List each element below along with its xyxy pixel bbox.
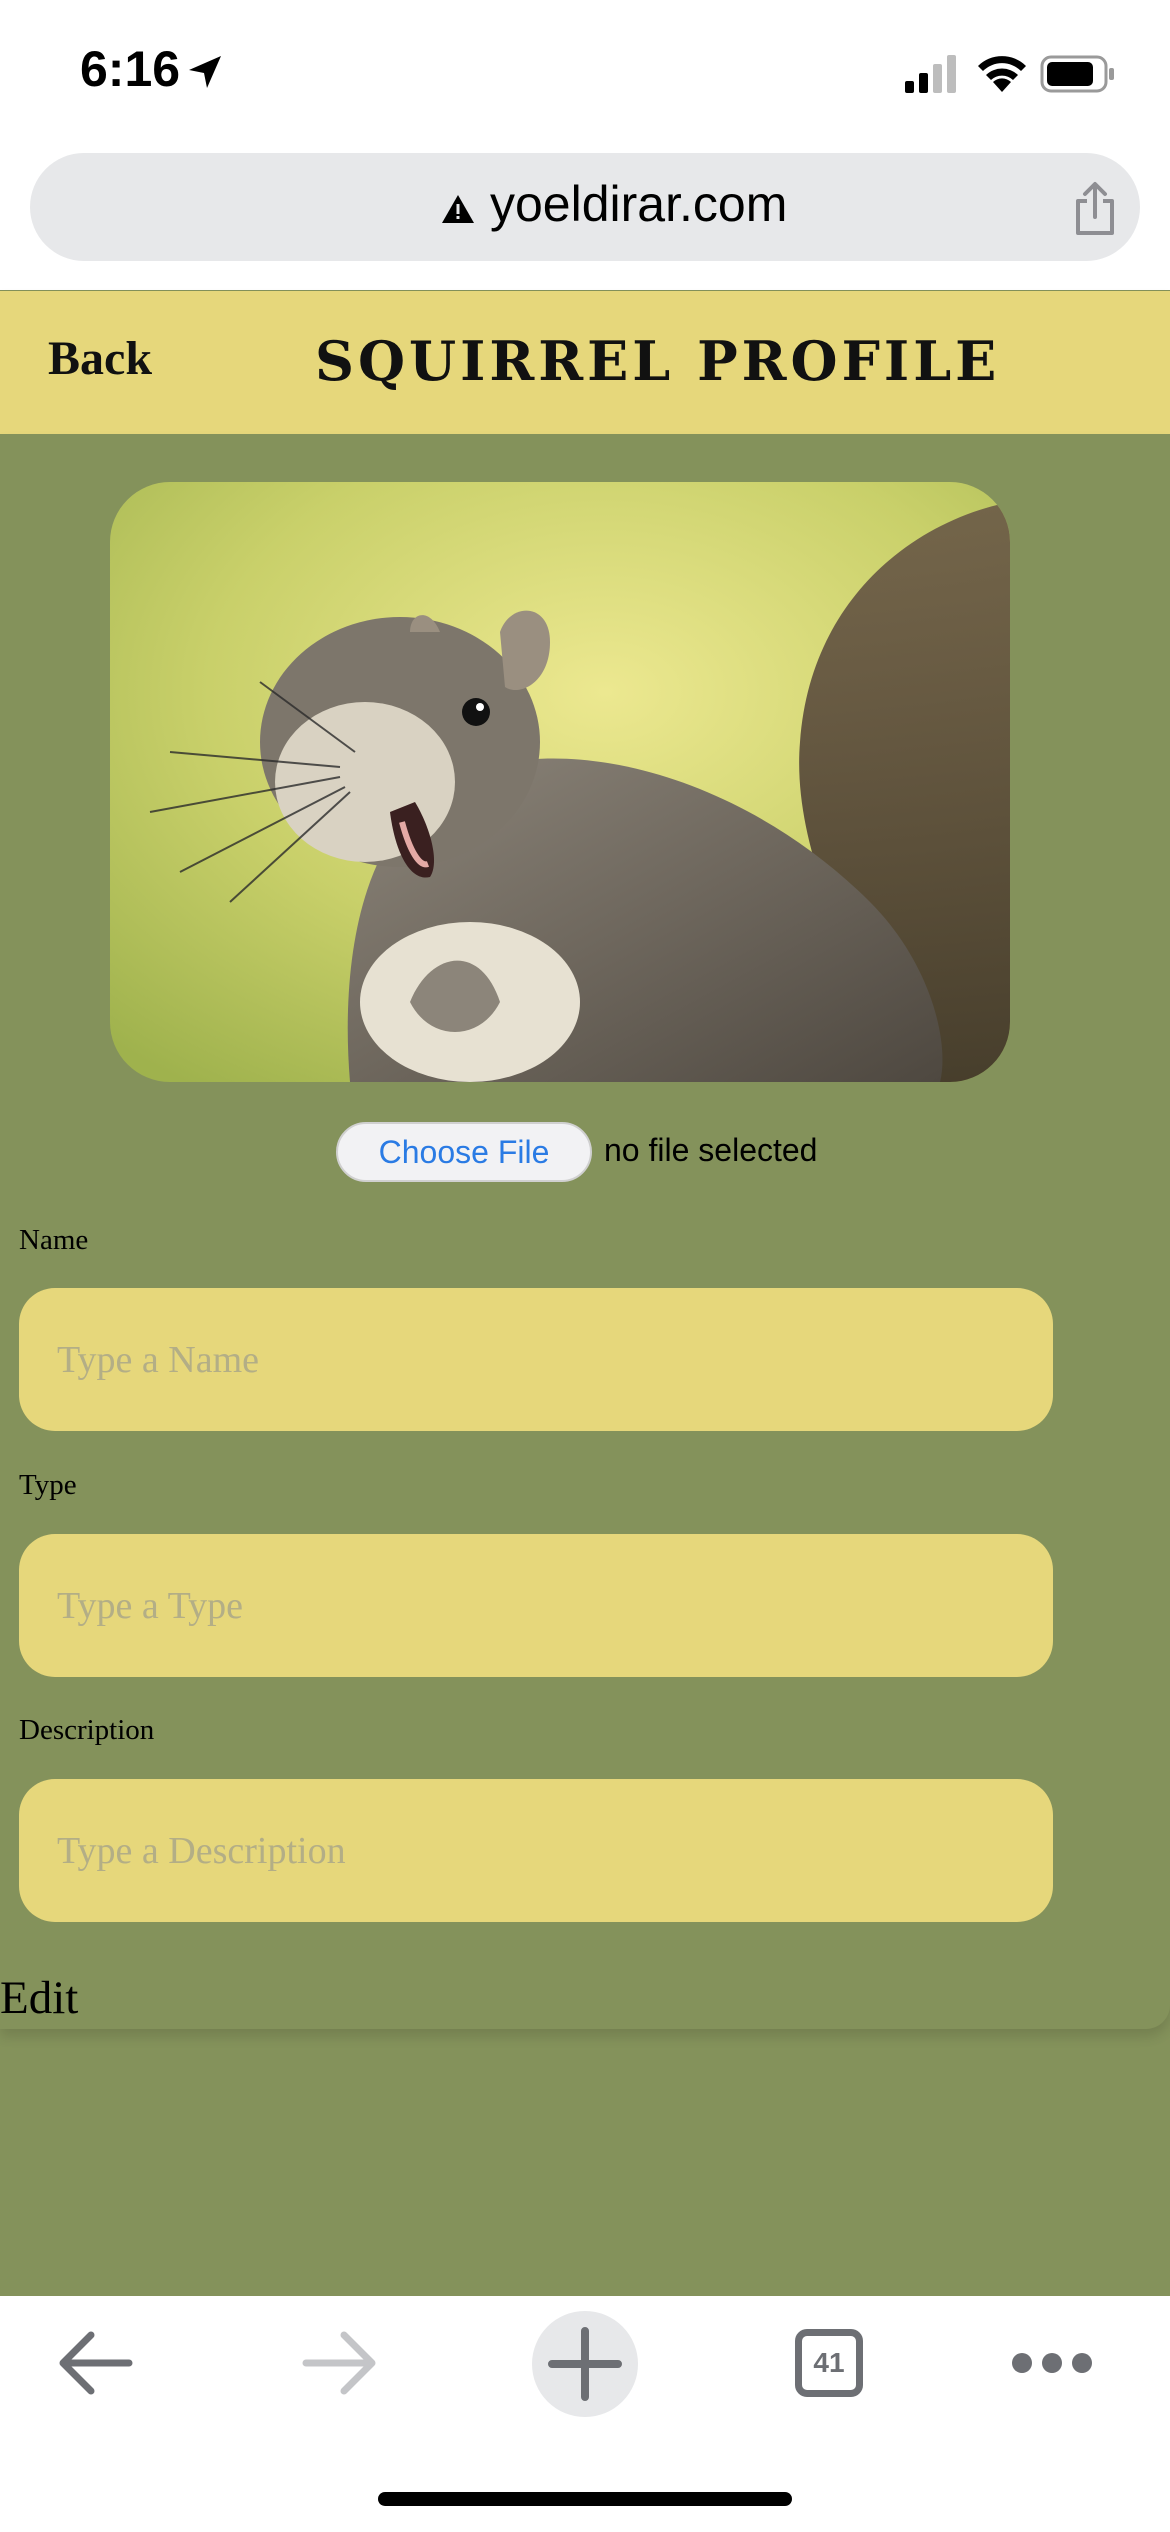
address-bar[interactable]: yoeldirar.com: [30, 153, 1140, 261]
new-tab-button[interactable]: [532, 2311, 638, 2417]
share-icon[interactable]: [1070, 181, 1120, 237]
choose-file-button[interactable]: Choose File: [336, 1122, 592, 1182]
location-arrow-icon: [189, 56, 221, 88]
battery-icon: [1040, 55, 1114, 93]
forward-arrow-icon[interactable]: [300, 2328, 380, 2398]
description-label: Description: [19, 1714, 155, 1746]
type-input[interactable]: [19, 1534, 1053, 1677]
profile-card: Choose File no file selected Name Type D…: [0, 434, 1170, 2029]
cellular-signal-icon: [905, 55, 956, 93]
back-arrow-icon[interactable]: [55, 2328, 135, 2398]
home-indicator: [378, 2492, 792, 2506]
page-title: SQUIRREL PROFILE: [315, 329, 1001, 393]
wifi-icon: [978, 56, 1026, 92]
squirrel-photo: [110, 482, 1010, 1082]
edit-button[interactable]: Edit: [0, 1971, 78, 2025]
address-url: yoeldirar.com: [490, 176, 788, 232]
insecure-warning-icon: [442, 195, 474, 223]
status-bar: 6:16: [0, 0, 1170, 150]
type-label: Type: [19, 1469, 77, 1501]
file-status: no file selected: [604, 1132, 818, 1168]
name-label: Name: [19, 1224, 89, 1256]
plus-icon: [548, 2327, 622, 2401]
tab-count-button[interactable]: 41: [795, 2329, 863, 2397]
name-input[interactable]: [19, 1288, 1053, 1431]
status-time: 6:16: [80, 41, 181, 97]
app-header: Back SQUIRREL PROFILE: [0, 291, 1170, 434]
description-input[interactable]: [19, 1779, 1053, 1922]
browser-address-area: yoeldirar.com: [0, 150, 1170, 290]
more-options-icon[interactable]: [1010, 2351, 1094, 2375]
back-link[interactable]: Back: [48, 331, 152, 386]
